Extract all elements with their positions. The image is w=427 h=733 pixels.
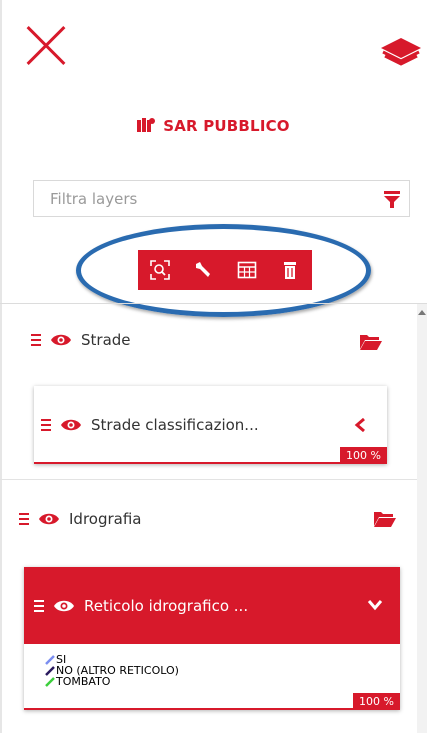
folder-open-icon[interactable] xyxy=(373,509,397,529)
layer-row[interactable]: Strade classificazion... xyxy=(41,405,259,445)
layer-card-strade[interactable]: Strade classificazion... 100 % xyxy=(34,386,387,464)
map-icon xyxy=(137,118,156,132)
layer-header-selected[interactable]: Reticolo idrografico ... xyxy=(24,567,400,644)
panel-border xyxy=(0,0,2,733)
remove-layer-button[interactable] xyxy=(269,250,313,290)
opacity-bar[interactable] xyxy=(34,462,387,464)
scrollbar[interactable] xyxy=(417,304,427,733)
trash-icon xyxy=(284,262,297,279)
drag-handle-icon[interactable] xyxy=(41,418,51,432)
layer-label: Strade classificazion... xyxy=(91,416,259,434)
legend-swatch xyxy=(45,654,55,665)
drag-handle-icon[interactable] xyxy=(31,333,41,347)
filter-icon[interactable] xyxy=(384,191,400,209)
divider xyxy=(0,303,427,304)
filter-input[interactable] xyxy=(48,189,352,209)
zoom-to-extent-icon xyxy=(149,260,170,280)
page-title: SAR PUBBLICO xyxy=(0,117,427,135)
layer-group-strade[interactable]: Strade xyxy=(31,320,131,360)
zoom-to-extent-button[interactable] xyxy=(138,250,182,290)
divider xyxy=(0,479,417,480)
scroll-up-arrow[interactable] xyxy=(418,310,426,315)
eye-icon[interactable] xyxy=(51,333,71,347)
layer-label: Reticolo idrografico ... xyxy=(84,597,249,615)
layers-icon[interactable] xyxy=(379,30,423,70)
close-icon[interactable] xyxy=(24,24,68,68)
settings-button[interactable] xyxy=(182,250,226,290)
opacity-badge: 100 % xyxy=(340,447,387,464)
layer-panel: SAR PUBBLICO Filtra layers Strade Strade… xyxy=(0,0,427,733)
legend-swatch xyxy=(45,665,55,676)
wrench-icon xyxy=(196,262,211,277)
opacity-badge: 100 % xyxy=(353,693,400,710)
group-label: Strade xyxy=(81,331,131,349)
folder-open-icon[interactable] xyxy=(359,332,383,352)
legend-item: TOMBATO xyxy=(45,676,179,687)
drag-handle-icon[interactable] xyxy=(34,599,44,613)
eye-icon[interactable] xyxy=(39,512,59,526)
layer-group-idrografia[interactable]: Idrografia xyxy=(19,499,141,539)
eye-icon[interactable] xyxy=(54,599,74,613)
legend-swatch xyxy=(45,676,55,687)
group-label: Idrografia xyxy=(69,510,142,528)
attribute-table-button[interactable] xyxy=(225,250,269,290)
legend-label: TOMBATO xyxy=(56,675,111,688)
layer-toolbar xyxy=(138,250,312,290)
layer-legend: SI NO (ALTRO RETICOLO) TOMBATO xyxy=(45,654,179,687)
chevron-left-icon[interactable] xyxy=(354,418,366,432)
title-text: SAR PUBBLICO xyxy=(163,117,290,135)
drag-handle-icon[interactable] xyxy=(19,512,29,526)
layer-row[interactable]: Reticolo idrografico ... xyxy=(34,586,248,626)
chevron-down-icon[interactable] xyxy=(367,599,383,611)
table-icon xyxy=(237,261,257,279)
opacity-bar[interactable] xyxy=(24,708,400,710)
filter-field[interactable] xyxy=(33,180,410,217)
eye-icon[interactable] xyxy=(61,418,81,432)
